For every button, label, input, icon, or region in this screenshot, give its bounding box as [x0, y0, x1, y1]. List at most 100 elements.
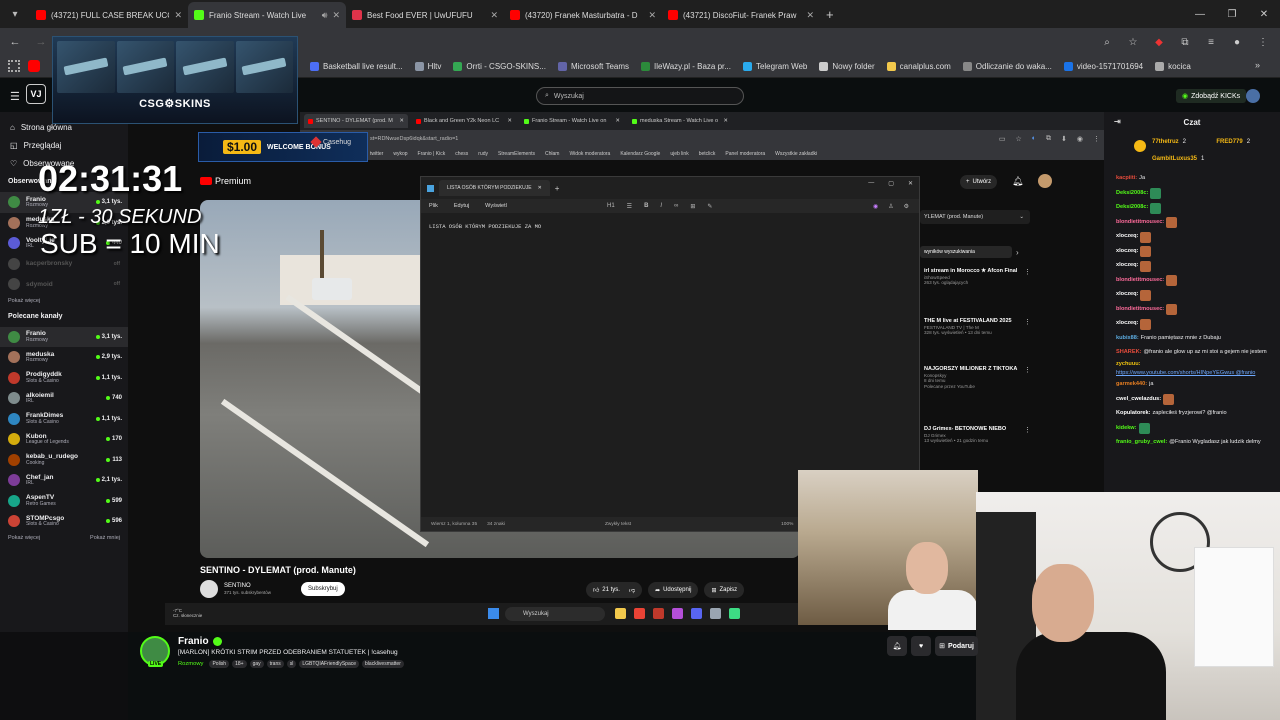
new-tab-button[interactable]: +	[826, 7, 834, 22]
chat-username[interactable]: blondietitmousec:	[1116, 277, 1164, 285]
sidebar-channel[interactable]: AspenTV Retro Games 599	[0, 491, 128, 512]
youtube-icon	[36, 10, 46, 20]
tab-search-icon[interactable]: ▾	[4, 3, 26, 25]
chat-username[interactable]: Kopulatorek:	[1116, 410, 1151, 418]
chat-username[interactable]: zychuuu:	[1116, 361, 1141, 369]
sidebar-channel[interactable]: Franio Rozmowy 3,1 tys.	[0, 326, 128, 347]
forward-icon[interactable]: →	[30, 31, 52, 53]
stream-tag[interactable]: 18+	[232, 660, 247, 668]
chat-username[interactable]: xloczeq:	[1116, 262, 1138, 270]
close-tab-icon[interactable]: ✕	[332, 10, 340, 21]
sidebar-channel[interactable]: Chef_jan IRL 2,1 tys.	[0, 470, 128, 491]
close-tab-icon[interactable]: ✕	[648, 10, 656, 21]
close-tab-icon[interactable]: ✕	[174, 10, 182, 21]
bookmark-item[interactable]: video-1571701694	[1063, 62, 1143, 71]
sidebar-channel[interactable]: FrankDimes Slots & Casino 1,1 tys.	[0, 409, 128, 430]
show-more-link[interactable]: Pokaż więcej	[8, 535, 40, 541]
sidebar-channel[interactable]: sdymoid off	[0, 274, 128, 295]
more-bookmarks-icon[interactable]: »	[1255, 60, 1260, 70]
back-icon[interactable]: ←	[4, 31, 26, 53]
zoom-icon[interactable]: ⌕	[1096, 31, 1118, 53]
gift-sub-button[interactable]: ⊞ Podaruj	[935, 636, 978, 656]
bookmark-item[interactable]: Microsoft Teams	[557, 62, 629, 71]
collapse-chat-icon[interactable]: ⇥	[1114, 117, 1121, 126]
chat-username[interactable]: xloczeq:	[1116, 291, 1138, 299]
stream-tag[interactable]: LGBTQIAFriendlySpace	[299, 660, 360, 668]
chat-username[interactable]: SHAREK:	[1116, 349, 1141, 357]
browser-menu-icon[interactable]: ⋮	[1252, 31, 1274, 53]
sidebar-channel[interactable]: Kubon League of Legends 170	[0, 429, 128, 450]
extension-icon[interactable]: ◆	[1148, 31, 1170, 53]
browser-tab[interactable]: (43720) Franek Masturbatra - D ✕	[504, 2, 662, 28]
bookmark-item[interactable]: Nowy folder	[819, 62, 875, 71]
bookmark-item[interactable]: Hltv	[414, 62, 441, 71]
profile-icon[interactable]: ●	[1226, 31, 1248, 53]
verified-icon	[212, 637, 222, 646]
clear-format-icon: ✎	[707, 203, 713, 210]
sidebar-channel[interactable]: Prodigyddk Slots & Casino 1,1 tys.	[0, 368, 128, 389]
followed-show-more[interactable]: Pokaż więcej	[0, 295, 128, 307]
italic-icon: I	[660, 202, 663, 209]
sidebar-channel[interactable]: STOMPcsgo Slots & Casino 596	[0, 511, 128, 532]
bookmark-item[interactable]: kocica	[1155, 62, 1191, 71]
search-input[interactable]: ⌕ Wyszukaj	[536, 87, 744, 105]
chat-username[interactable]: xloczeq:	[1116, 320, 1138, 328]
follow-heart-icon[interactable]: ♥	[911, 636, 932, 656]
nav-browse[interactable]: ◱ Przeglądaj	[0, 136, 128, 154]
tab-audio-icon[interactable]: 🔊︎	[322, 10, 328, 21]
close-window-icon[interactable]: ✕	[1248, 0, 1280, 28]
get-kicks-button[interactable]: ◉ Zdobądź KICKs	[1176, 89, 1247, 103]
chat-username[interactable]: xloczeq:	[1116, 233, 1138, 241]
bookmark-item[interactable]: Telegram Web	[742, 62, 807, 71]
bookmark-star-icon[interactable]: ☆	[1122, 31, 1144, 53]
extensions-puzzle-icon[interactable]: ⧉	[1174, 31, 1196, 53]
chat-message: xloczeq:	[1116, 230, 1276, 245]
apps-grid-icon[interactable]	[8, 60, 20, 72]
stream-tag[interactable]: sl	[286, 660, 297, 668]
maximize-icon[interactable]: ❐	[1216, 0, 1248, 28]
browser-tab[interactable]: (43721) FULL CASE BREAK UCCO ✕	[30, 2, 188, 28]
notification-bell-icon[interactable]: 🔔︎	[887, 636, 908, 656]
stream-category[interactable]: Rozmowy	[178, 661, 203, 667]
stream-tag[interactable]: Polish	[209, 660, 230, 668]
stream-tag[interactable]: trans	[266, 660, 284, 668]
sidebar-channel[interactable]: meduska Rozmowy 2,9 tys.	[0, 347, 128, 368]
chat-username[interactable]: franio_gruby_cwel:	[1116, 439, 1167, 447]
casehug-logo: Casehug	[310, 136, 351, 148]
chat-username[interactable]: kubix88:	[1116, 335, 1139, 343]
browser-tab[interactable]: (43721) DiscoFiut- Franek Praw ✕	[662, 2, 820, 28]
bookmark-item[interactable]: IleWazy.pl - Baza pr...	[641, 62, 731, 71]
sidebar-channel[interactable]: kebab_u_rudego Cooking 113	[0, 450, 128, 471]
chat-emote	[1166, 275, 1178, 287]
chat-username[interactable]: xloczeq:	[1116, 248, 1138, 256]
close-tab-icon[interactable]: ✕	[806, 10, 814, 21]
bookmark-item[interactable]: canalplus.com	[886, 62, 951, 71]
close-tab-icon[interactable]: ✕	[490, 10, 498, 21]
chat-username[interactable]: blondietitmousec:	[1116, 306, 1164, 314]
browser-tab[interactable]: Franio Stream - Watch Live 🔊︎ ✕	[188, 2, 346, 28]
stream-tag[interactable]: blacklivesmatter	[362, 660, 404, 668]
show-less-link[interactable]: Pokaż mniej	[90, 535, 120, 541]
media-control-icon[interactable]: ≡	[1200, 31, 1222, 53]
hamburger-menu-icon[interactable]: ☰	[10, 90, 20, 103]
bookmark-item[interactable]: Odliczanie do waka...	[962, 62, 1052, 71]
site-logo[interactable]: VJ	[26, 84, 46, 104]
chat-username[interactable]: Deksi2008c:	[1116, 190, 1148, 198]
browser-tab[interactable]: Best Food EVER | UwUFUFU ✕	[346, 2, 504, 28]
youtube-bookmark-icon[interactable]	[28, 60, 40, 72]
chat-username[interactable]: kacpiiti:	[1116, 175, 1137, 183]
minimize-icon[interactable]: —	[1184, 0, 1216, 28]
chat-username[interactable]: Deksi2008c:	[1116, 204, 1148, 212]
bookmark-item[interactable]: Basketball live result...	[310, 62, 403, 71]
chat-text: @Franio Wygladasz jak ludzik delmy	[1169, 439, 1261, 446]
chat-username[interactable]: kidekw:	[1116, 425, 1137, 433]
chat-username[interactable]: garmek440:	[1116, 381, 1147, 389]
chat-username[interactable]: cwel_cwelazdus:	[1116, 396, 1161, 404]
streamer-name[interactable]: Franio	[178, 636, 209, 647]
stream-tag[interactable]: gay	[249, 660, 264, 668]
bookmark-item[interactable]: Orrti - CSGO-SKINS...	[453, 62, 546, 71]
sidebar-channel[interactable]: alkoiemil IRL 740	[0, 388, 128, 409]
chat-username[interactable]: blondietitmousec:	[1116, 219, 1164, 227]
chat-leaderboard: 77thetruz 2 FRED779 2 GambitLuxus35 1	[1104, 132, 1280, 172]
user-avatar[interactable]	[1246, 89, 1260, 103]
